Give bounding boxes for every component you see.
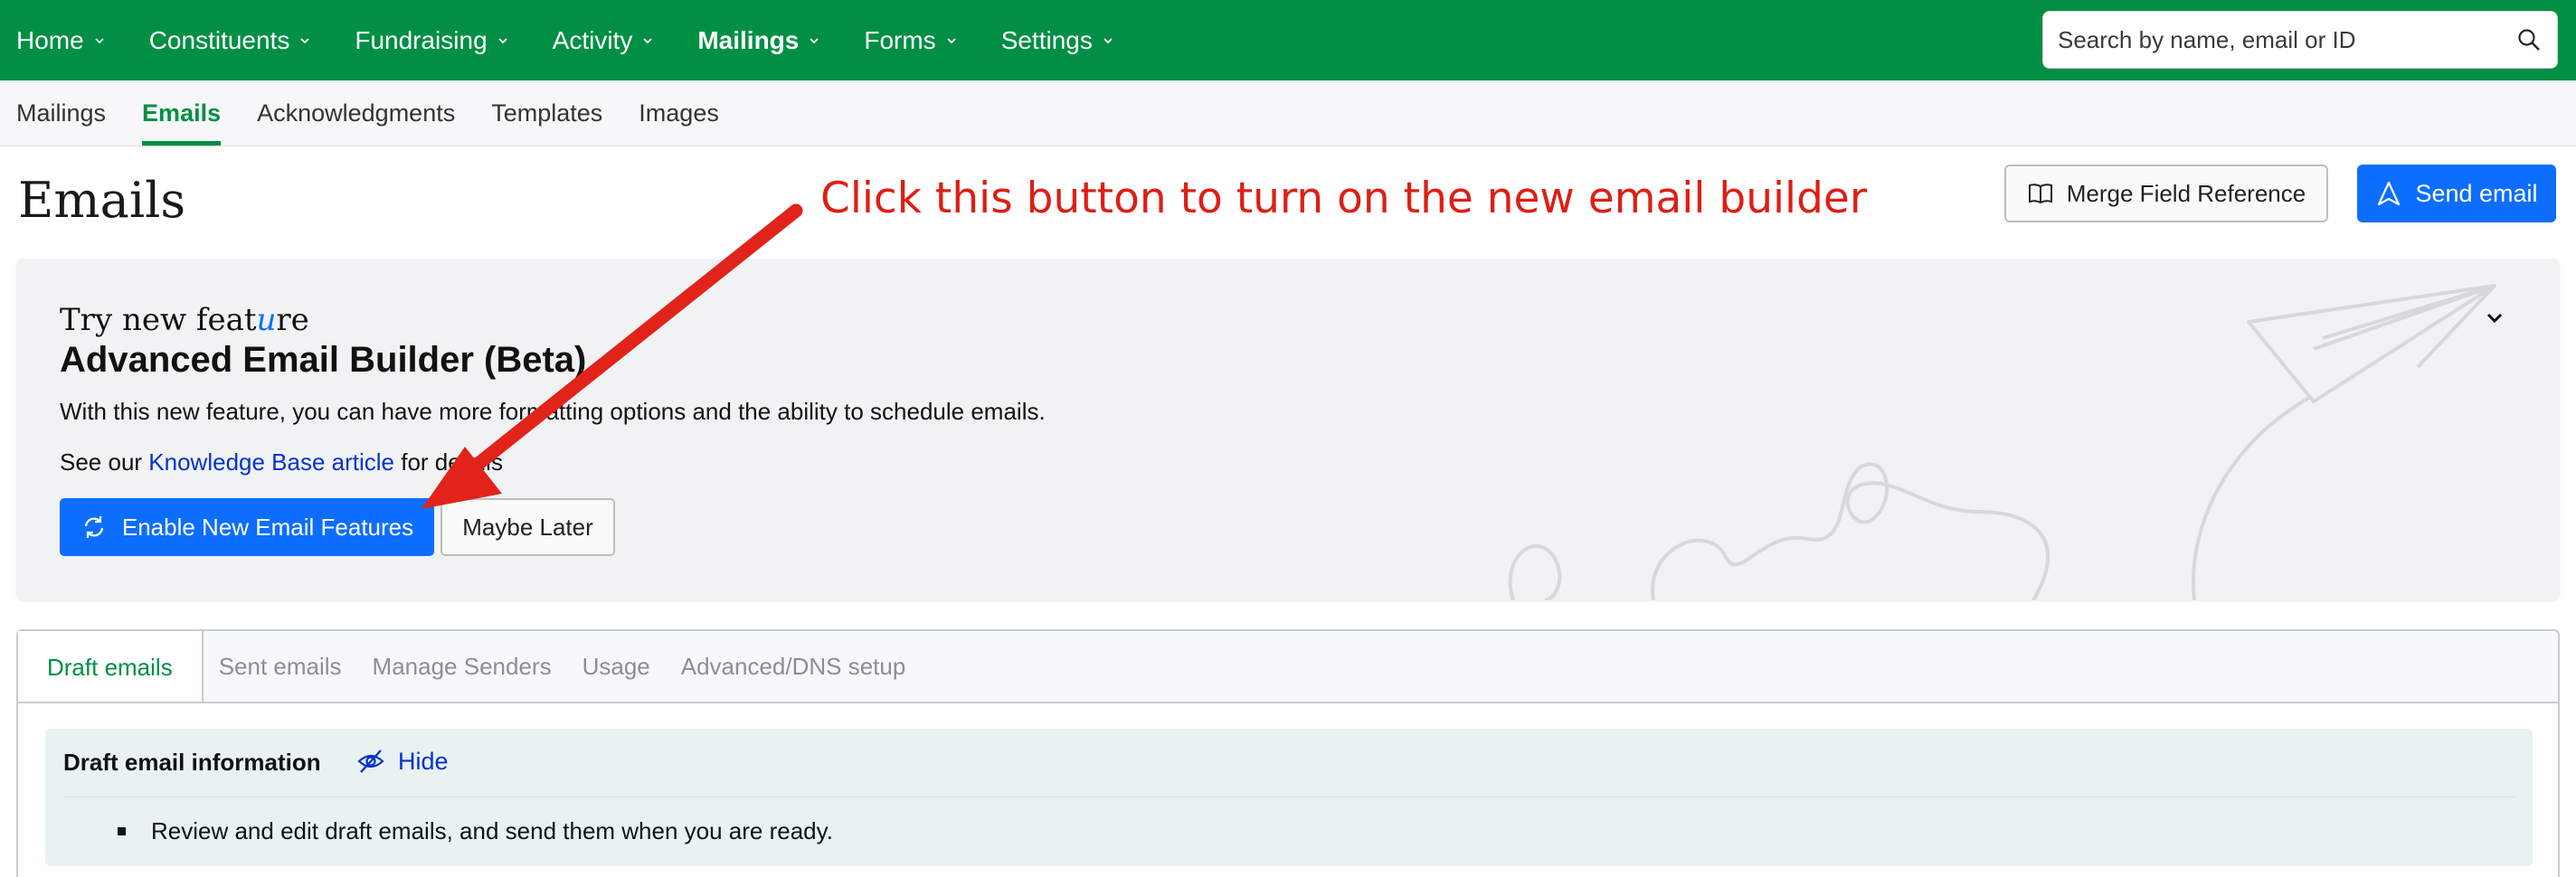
chevron-down-icon: [1102, 34, 1114, 47]
sub-navbar: Mailings Emails Acknowledgments Template…: [0, 80, 2576, 146]
hide-label: Hide: [398, 747, 449, 775]
try-prefix: Try new feat: [60, 302, 257, 338]
nav-home-label: Home: [16, 25, 84, 54]
nav-fundraising[interactable]: Fundraising: [355, 0, 508, 80]
info-bullet-text: Review and edit draft emails, and send t…: [151, 817, 833, 844]
tab-bar: Draft emails Sent emails Manage Senders …: [18, 631, 2558, 703]
tab-manage-senders[interactable]: Manage Senders: [357, 631, 567, 702]
nav-activity-label: Activity: [552, 25, 633, 54]
nav-constituents-label: Constituents: [148, 25, 290, 54]
subnav-acknowledgments[interactable]: Acknowledgments: [257, 80, 455, 146]
top-navbar: Home Constituents Fundraising Activity M…: [0, 0, 2576, 80]
paper-plane-icon: [2375, 180, 2415, 207]
enable-features-label: Enable New Email Features: [121, 513, 414, 541]
feature-promo-card: Try new feature Advanced Email Builder (…: [16, 259, 2560, 600]
nav-forms-label: Forms: [864, 25, 936, 54]
send-email-label: Send email: [2415, 179, 2538, 207]
subnav-mailings[interactable]: Mailings: [16, 80, 106, 146]
nav-activity[interactable]: Activity: [553, 0, 655, 80]
subnav-images[interactable]: Images: [639, 80, 719, 146]
enable-new-email-features-button[interactable]: Enable New Email Features: [60, 498, 434, 556]
hide-info-link[interactable]: Hide: [356, 747, 449, 776]
tab-sent-emails[interactable]: Sent emails: [204, 631, 357, 702]
try-u-accent: u: [256, 302, 277, 338]
info-title: Draft email information: [63, 749, 321, 776]
page-title: Emails: [18, 172, 186, 229]
kb-prefix: See our: [60, 448, 149, 476]
kb-suffix: for details: [394, 448, 503, 476]
chevron-down-icon: [641, 34, 654, 47]
tab-content: Draft email information Hide Review and …: [18, 702, 2558, 877]
send-email-button[interactable]: Send email: [2357, 165, 2556, 222]
merge-field-reference-label: Merge Field Reference: [2066, 179, 2306, 207]
book-open-icon: [2027, 180, 2067, 207]
nav-mailings-label: Mailings: [697, 25, 800, 54]
try-new-feature-label: Try new feature: [60, 302, 309, 338]
bullet-marker: [118, 827, 126, 835]
email-tabs-panel: Draft emails Sent emails Manage Senders …: [16, 629, 2560, 877]
draft-info-box: Draft email information Hide Review and …: [45, 729, 2533, 866]
subnav-emails[interactable]: Emails: [142, 80, 222, 146]
nav-forms[interactable]: Forms: [864, 0, 957, 80]
tab-usage[interactable]: Usage: [567, 631, 666, 702]
search-box: [2042, 11, 2558, 69]
merge-field-reference-button[interactable]: Merge Field Reference: [2004, 165, 2328, 222]
annotation-callout: Click this button to turn on the new ema…: [820, 174, 1868, 223]
tab-draft-emails[interactable]: Draft emails: [18, 631, 204, 703]
chevron-down-icon: [808, 34, 820, 47]
feature-title: Advanced Email Builder (Beta): [60, 340, 587, 380]
nav-mailings[interactable]: Mailings: [697, 0, 820, 80]
tab-advanced-dns-setup[interactable]: Advanced/DNS setup: [666, 631, 922, 702]
nav-home[interactable]: Home: [16, 0, 106, 80]
try-suffix: re: [276, 302, 309, 338]
feature-description: With this new feature, you can have more…: [60, 398, 1046, 425]
search-input[interactable]: [2058, 25, 2515, 54]
subnav-templates[interactable]: Templates: [491, 80, 602, 146]
nav-constituents[interactable]: Constituents: [149, 0, 312, 80]
chevron-down-icon: [93, 34, 106, 47]
chevron-down-icon: [497, 34, 509, 47]
search-icon[interactable]: [2515, 26, 2543, 53]
list-item: Review and edit draft emails, and send t…: [118, 817, 833, 845]
refresh-icon: [80, 514, 122, 541]
eye-slash-icon: [356, 747, 398, 776]
chevron-down-icon[interactable]: [2482, 306, 2507, 331]
chevron-down-icon: [945, 34, 958, 47]
nav-fundraising-label: Fundraising: [355, 25, 488, 54]
nav-settings[interactable]: Settings: [1001, 0, 1114, 80]
knowledge-base-line: See our Knowledge Base article for detai…: [60, 448, 503, 476]
chevron-down-icon: [298, 34, 311, 47]
knowledge-base-link[interactable]: Knowledge Base article: [148, 448, 394, 476]
maybe-later-button[interactable]: Maybe Later: [440, 498, 615, 556]
nav-settings-label: Settings: [1000, 25, 1093, 54]
